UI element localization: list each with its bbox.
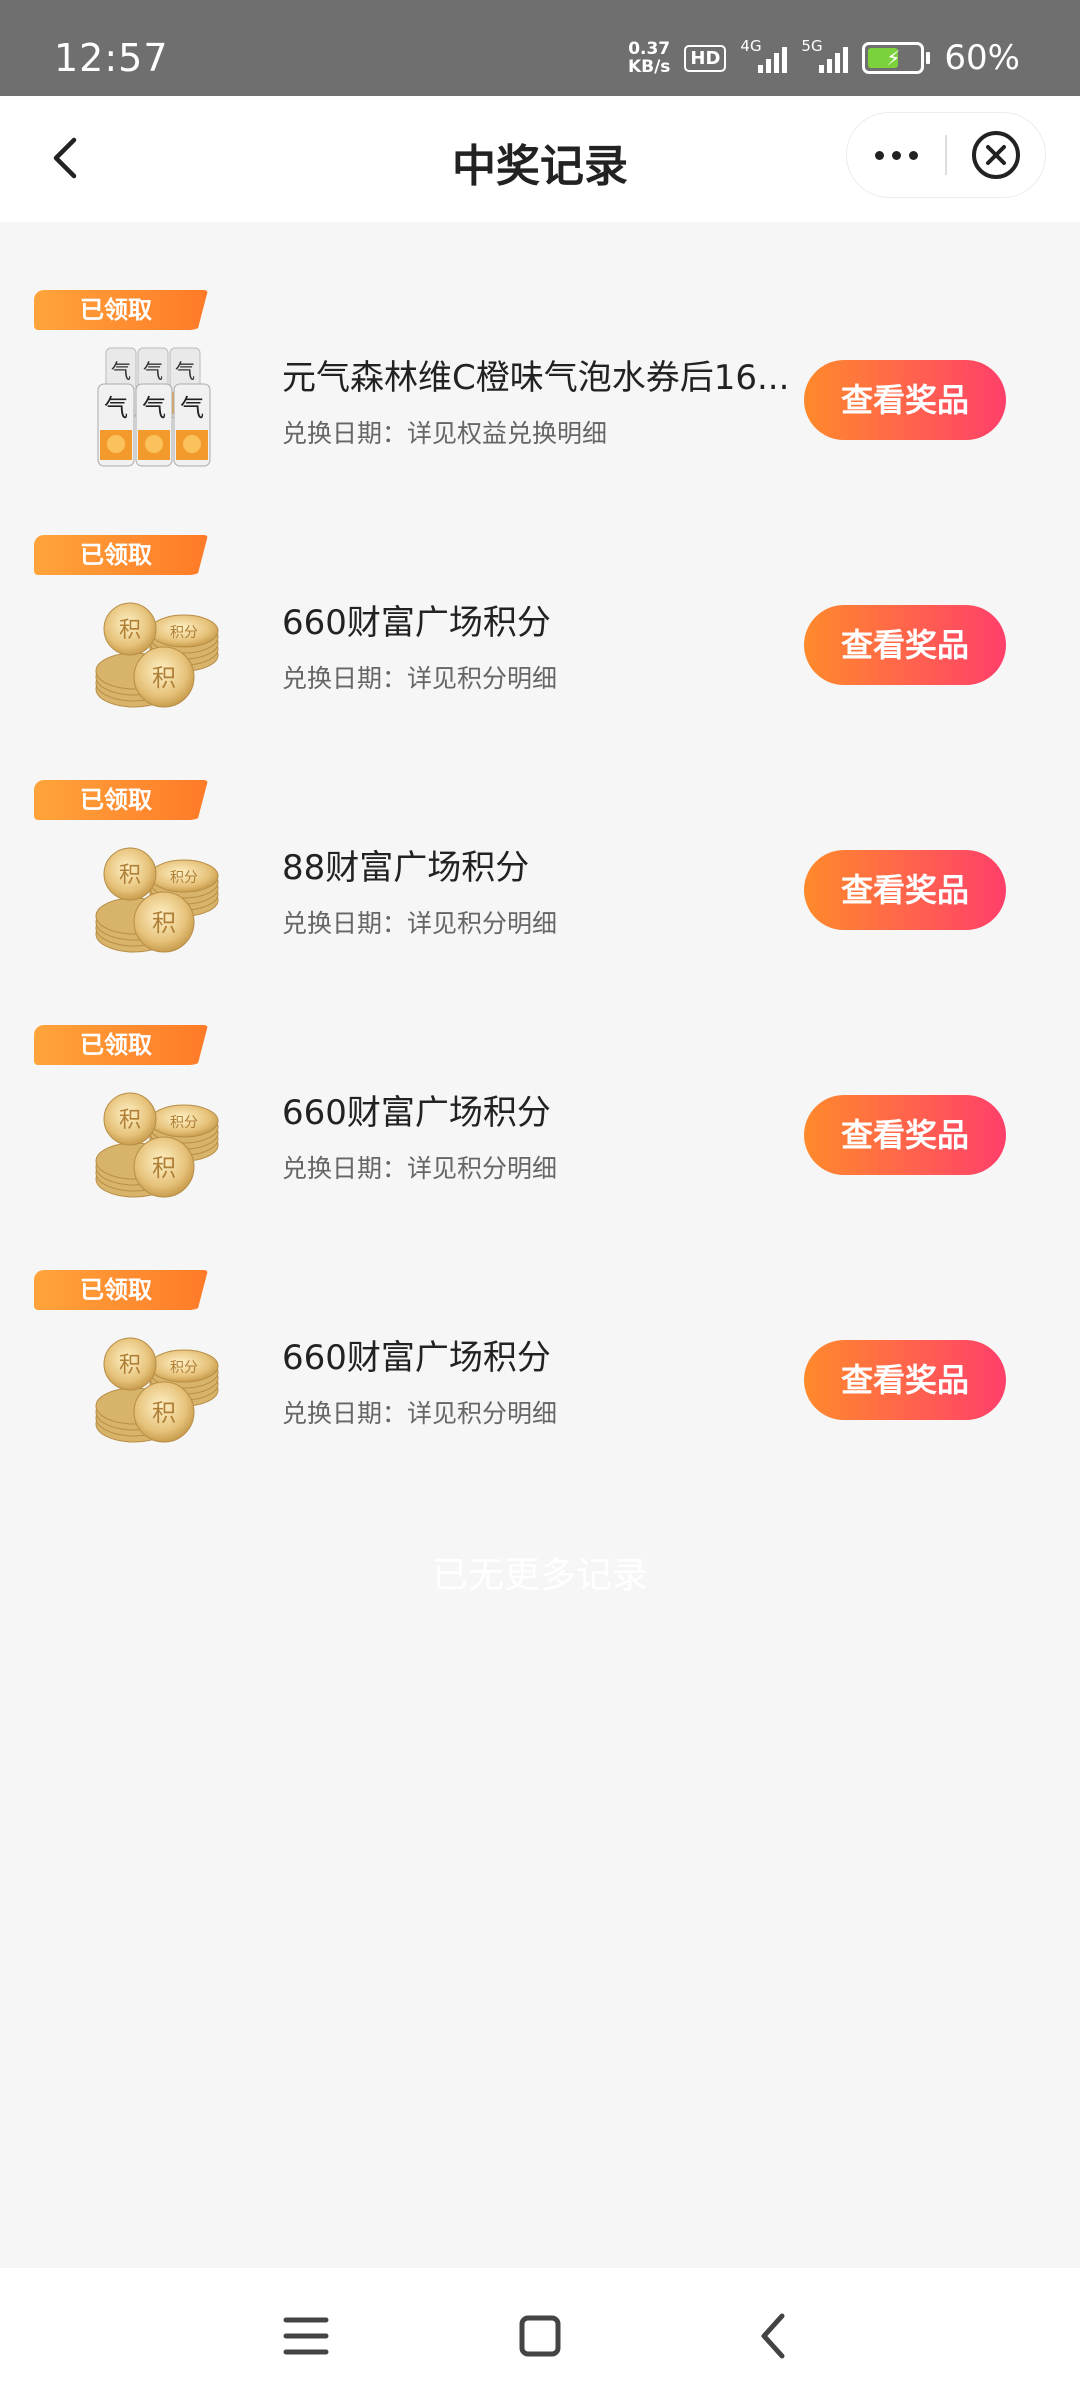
prize-title: 660财富广场积分 (282, 1338, 551, 1378)
svg-text:气: 气 (180, 394, 204, 422)
record-row: 已领取 积分 积 积 660财富广场积分 兑换日期：详见积分明细 查看奖品 (0, 1270, 1080, 1515)
nav-bar: 中奖记录 (0, 96, 1080, 222)
system-nav-bar (0, 2268, 1080, 2400)
gold-coins-image: 积分 积 积 (84, 1075, 244, 1205)
view-prize-button[interactable]: 查看奖品 (804, 1340, 1006, 1420)
status-icons: 0.37 KB/s HD 4G 5G ⚡ 60% (627, 37, 1020, 78)
record-row: 已领取 气 气 气 气 气 气 元气森林维C橙味气泡水券后16... 兑换日期：… (0, 290, 1080, 535)
close-circle-icon (972, 131, 1020, 179)
claimed-tag: 已领取 (34, 780, 208, 820)
hd-voice-icon: HD (684, 44, 727, 72)
svg-text:积: 积 (119, 1353, 141, 1378)
gold-coins-image: 积分 积 积 (84, 830, 244, 960)
prize-record-list: 已领取 气 气 气 气 气 气 元气森林维C橙味气泡水券后16... 兑换日期：… (0, 290, 1080, 1515)
signal-5g-icon: 5G (801, 37, 849, 73)
claimed-tag: 已领取 (34, 1025, 208, 1065)
more-dots-icon (874, 150, 884, 160)
svg-text:积: 积 (152, 664, 176, 692)
svg-text:气: 气 (175, 359, 195, 383)
svg-text:积: 积 (119, 618, 141, 643)
back-chevron-icon (761, 2313, 785, 2359)
svg-text:积分: 积分 (170, 625, 198, 641)
battery-percent: 60% (944, 38, 1020, 78)
close-button[interactable] (947, 113, 1045, 197)
record-row: 已领取 积分 积 积 660财富广场积分 兑换日期：详见积分明细 查看奖品 (0, 535, 1080, 780)
record-row: 已领取 积分 积 积 88财富广场积分 兑换日期：详见积分明细 查看奖品 (0, 780, 1080, 1025)
redeem-date-text: 兑换日期：详见积分明细 (282, 1399, 558, 1428)
home-square-icon (519, 2315, 561, 2357)
view-prize-button[interactable]: 查看奖品 (804, 1095, 1006, 1175)
prize-title: 660财富广场积分 (282, 1093, 551, 1133)
claimed-tag: 已领取 (34, 290, 208, 330)
svg-text:气: 气 (143, 359, 163, 383)
prize-title: 660财富广场积分 (282, 603, 551, 643)
svg-text:积分: 积分 (170, 1360, 198, 1376)
signal-4g-icon: 4G (740, 37, 788, 73)
battery-icon: ⚡ (862, 42, 931, 74)
svg-text:积分: 积分 (170, 1115, 198, 1131)
redeem-date-text: 兑换日期：详见积分明细 (282, 1154, 558, 1183)
svg-text:积: 积 (152, 909, 176, 937)
claimed-tag: 已领取 (34, 1270, 208, 1310)
view-prize-button[interactable]: 查看奖品 (804, 850, 1006, 930)
svg-text:气: 气 (111, 359, 131, 383)
home-button[interactable] (510, 2308, 570, 2364)
gold-coins-image: 积分 积 积 (84, 585, 244, 715)
redeem-date-text: 兑换日期：详见积分明细 (282, 664, 558, 693)
no-more-records-text: 已无更多记录 (431, 1555, 648, 1596)
record-row: 已领取 积分 积 积 660财富广场积分 兑换日期：详见积分明细 查看奖品 (0, 1025, 1080, 1270)
claimed-tag: 已领取 (34, 535, 208, 575)
menu-icon (283, 2317, 329, 2355)
menu-button[interactable] (276, 2308, 336, 2364)
redeem-date-text: 兑换日期：详见积分明细 (282, 909, 558, 938)
status-bar: 12:57 0.37 KB/s HD 4G 5G ⚡ 60% (0, 0, 1080, 96)
prize-title: 元气森林维C橙味气泡水券后16... (282, 358, 790, 398)
network-speed: 0.37 KB/s (627, 39, 671, 77)
mini-program-capsule (846, 112, 1046, 198)
prize-title: 88财富广场积分 (282, 848, 530, 888)
svg-text:积: 积 (119, 863, 141, 888)
svg-text:气: 气 (142, 394, 166, 422)
svg-text:积: 积 (119, 1108, 141, 1133)
more-button[interactable] (847, 113, 945, 197)
status-time: 12:57 (54, 36, 169, 80)
redeem-date-text: 兑换日期：详见权益兑换明细 (282, 419, 608, 448)
view-prize-button[interactable]: 查看奖品 (804, 360, 1006, 440)
view-prize-button[interactable]: 查看奖品 (804, 605, 1006, 685)
svg-text:积: 积 (152, 1399, 176, 1427)
svg-text:气: 气 (104, 394, 128, 422)
svg-text:积分: 积分 (170, 870, 198, 886)
svg-text:积: 积 (152, 1154, 176, 1182)
sparkling-water-image: 气 气 气 气 气 气 (84, 340, 244, 470)
system-back-button[interactable] (744, 2308, 804, 2364)
gold-coins-image: 积分 积 积 (84, 1320, 244, 1450)
